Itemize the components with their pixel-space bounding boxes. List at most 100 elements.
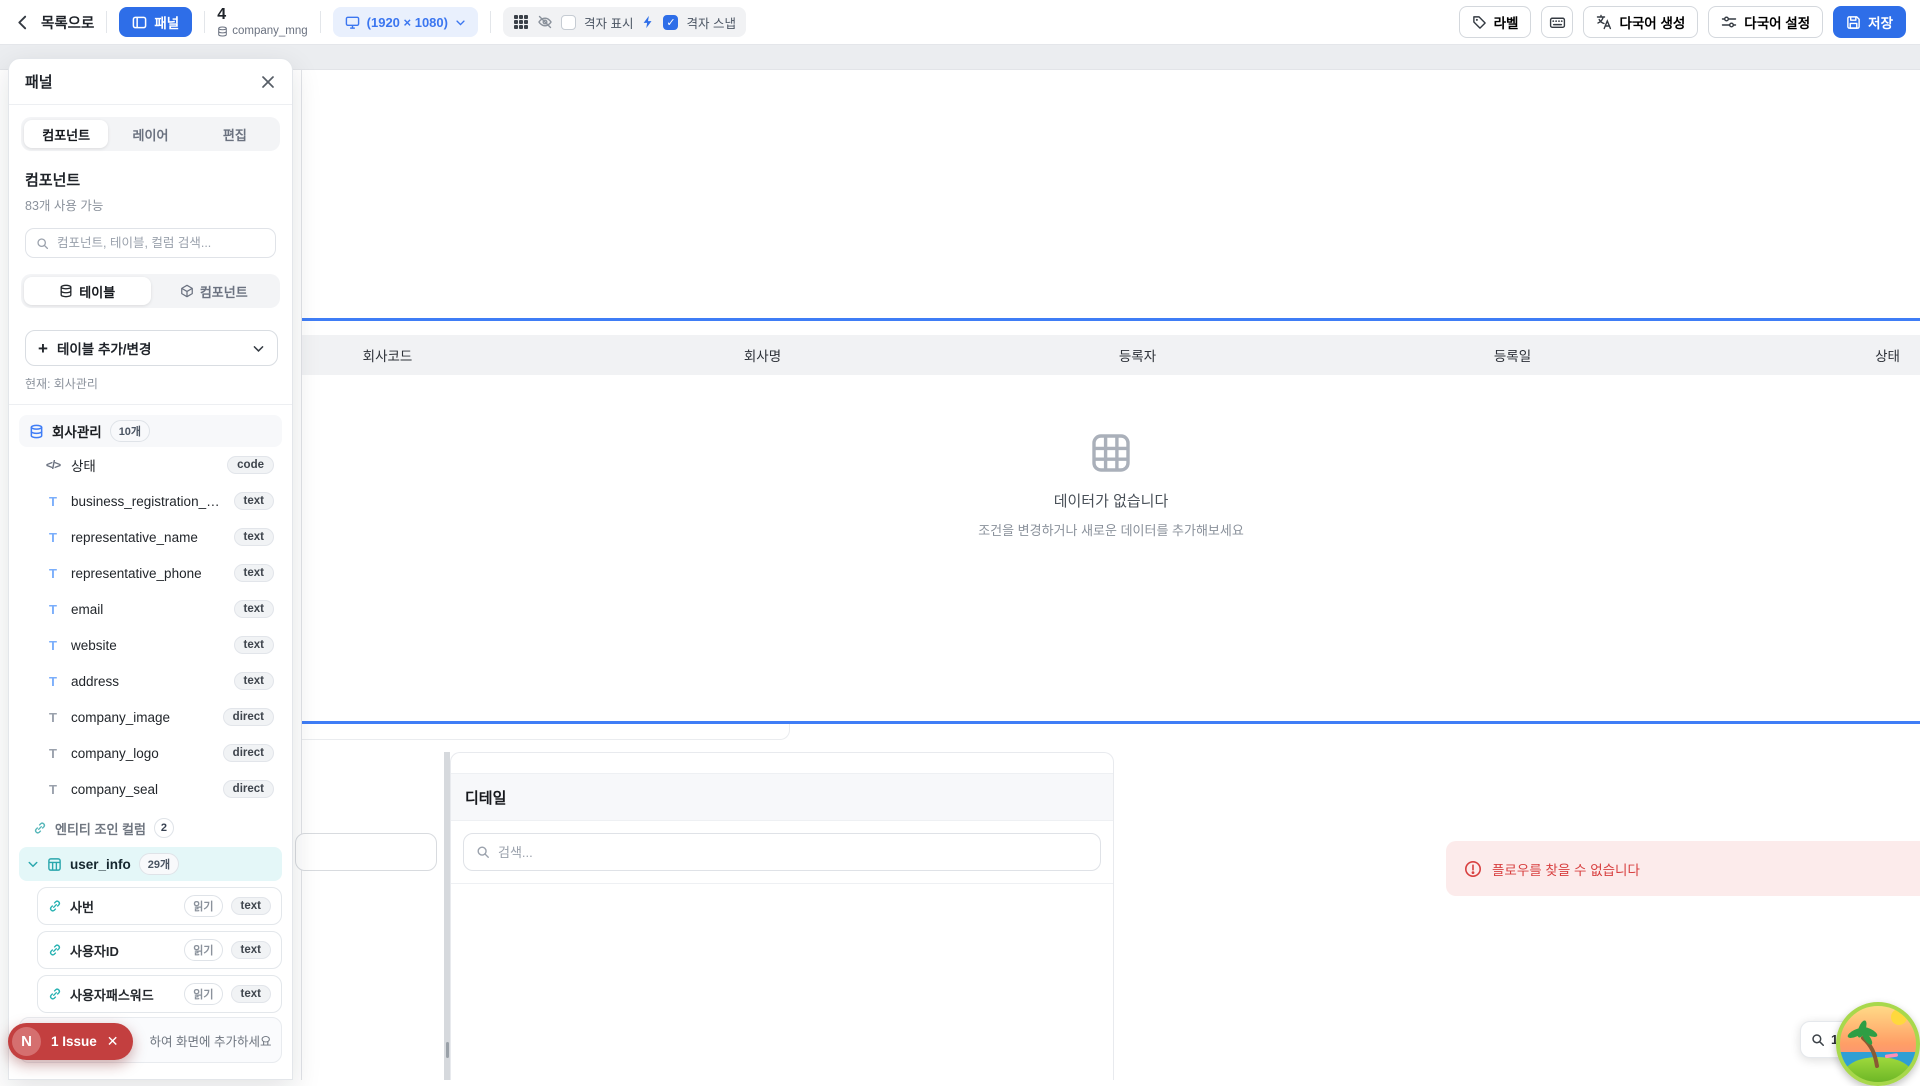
- tree-table-count-badge: 10개: [110, 420, 150, 442]
- table-column-header: 상태: [1700, 335, 1920, 375]
- mode-component-button[interactable]: 컴포넌트: [151, 277, 278, 305]
- empty-table-icon: [1088, 430, 1134, 476]
- panel-toggle-button[interactable]: 패널: [119, 7, 192, 37]
- alert-icon: [1464, 860, 1482, 878]
- keyboard-shortcuts-button[interactable]: [1541, 6, 1573, 38]
- join-column-card[interactable]: 사용자패스워드읽기text: [37, 975, 282, 1013]
- issue-logo: N: [12, 1027, 41, 1056]
- tree-table-name: 회사관리: [52, 421, 102, 441]
- arrow-left-icon: [14, 14, 31, 31]
- label-button[interactable]: 라벨: [1459, 6, 1532, 38]
- tag-icon: [1472, 15, 1487, 30]
- text-type-icon: T: [45, 602, 61, 617]
- grid-snap-checkbox[interactable]: ✓: [663, 15, 678, 30]
- master-search-input[interactable]: [295, 833, 437, 871]
- i18n-generate-button[interactable]: 다국어 생성: [1583, 6, 1698, 38]
- island-sticker-image[interactable]: [1836, 1002, 1920, 1086]
- empty-title: 데이터가 없습니다: [951, 490, 1271, 511]
- divider: [106, 11, 107, 33]
- i18n-settings-button[interactable]: 다국어 설정: [1708, 6, 1823, 38]
- grid-icon: [513, 14, 529, 30]
- code-icon: </>: [45, 458, 61, 472]
- close-icon[interactable]: ✕: [107, 1033, 119, 1050]
- column-type-badge: text: [234, 492, 274, 510]
- tree-table-row[interactable]: 회사관리 10개: [19, 415, 282, 447]
- tab-edit[interactable]: 편집: [193, 120, 277, 148]
- table-name: company_mng: [232, 25, 307, 38]
- text-type-icon: T: [45, 746, 61, 761]
- database-icon: [59, 284, 73, 298]
- column-type-badge: text: [234, 636, 274, 654]
- link-icon: [48, 987, 62, 1001]
- detail-panel: 디테일: [450, 752, 1114, 1080]
- join-column-card[interactable]: 사번읽기text: [37, 887, 282, 925]
- close-icon[interactable]: [260, 74, 276, 90]
- tree-column-row[interactable]: Tcompany_imagedirect: [19, 699, 282, 735]
- link-icon: [48, 943, 62, 957]
- tree-column-row[interactable]: Trepresentative_nametext: [19, 519, 282, 555]
- component-panel: 패널 컴포넌트 레이어 편집 컴포넌트 83개 사용 가능 테이블 컴포넌트 +…: [8, 58, 293, 1080]
- page-title: 4: [217, 6, 307, 24]
- selection-border-top: [302, 318, 1920, 321]
- tree-column-row[interactable]: Trepresentative_phonetext: [19, 555, 282, 591]
- column-type-badge: text: [234, 600, 274, 618]
- divider: [490, 11, 491, 33]
- column-type-badge: code: [227, 456, 274, 474]
- screen-size-dropdown[interactable]: (1920 × 1080): [333, 7, 478, 37]
- flow-error-banner: 플로우를 찾을 수 없습니다: [1446, 841, 1920, 896]
- save-button[interactable]: 저장: [1833, 6, 1906, 38]
- issue-badge[interactable]: N 1 Issue ✕: [8, 1023, 133, 1060]
- top-toolbar: 목록으로 패널 4 company_mng (1920 × 1080) 격자 표…: [0, 0, 1920, 45]
- tree-column-row[interactable]: Tcompany_sealdirect: [19, 771, 282, 807]
- error-message: 플로우를 찾을 수 없습니다: [1492, 859, 1640, 879]
- sliders-icon: [1721, 14, 1737, 30]
- panel-title: 패널: [25, 71, 53, 92]
- access-badge: 읽기: [184, 939, 222, 961]
- text-type-icon: T: [45, 638, 61, 653]
- back-to-list-button[interactable]: 목록으로: [14, 12, 94, 33]
- column-name: 상태: [71, 455, 217, 475]
- chevron-down-icon: [252, 342, 265, 355]
- database-icon: [29, 424, 44, 439]
- table-header-row: 회사코드회사명등록자등록일상태: [200, 335, 1920, 375]
- component-search-input[interactable]: [57, 236, 265, 250]
- tree-column-row[interactable]: Tcompany_logodirect: [19, 735, 282, 771]
- grid-snap-label: 격자 스냅: [686, 13, 735, 32]
- plus-icon: +: [38, 340, 48, 357]
- tree-column-row[interactable]: Tbusiness_registration_numbtext: [19, 483, 282, 519]
- mode-table-button[interactable]: 테이블: [24, 277, 151, 305]
- table-column-header: 등록일: [1325, 335, 1700, 375]
- empty-subtitle: 조건을 변경하거나 새로운 데이터를 추가해보세요: [951, 520, 1271, 539]
- join-column-card[interactable]: 사용자ID읽기text: [37, 931, 282, 969]
- table-column-header: 회사명: [575, 335, 950, 375]
- monitor-icon: [345, 15, 360, 30]
- component-search: [25, 228, 276, 258]
- column-type-badge: direct: [223, 780, 274, 798]
- link-icon: [48, 899, 62, 913]
- add-table-dropdown[interactable]: + 테이블 추가/변경: [25, 330, 278, 366]
- tab-layers[interactable]: 레이어: [108, 120, 192, 148]
- tree-column-row[interactable]: Temailtext: [19, 591, 282, 627]
- detail-search-input[interactable]: [498, 845, 1088, 860]
- grid-show-checkbox[interactable]: [561, 15, 576, 30]
- column-name: company_image: [71, 710, 213, 725]
- tree-column-row[interactable]: Twebsitetext: [19, 627, 282, 663]
- cube-icon: [180, 284, 194, 298]
- column-name: business_registration_numb: [71, 494, 224, 509]
- column-type-badge: text: [231, 941, 271, 959]
- column-name: address: [71, 674, 224, 689]
- tab-components[interactable]: 컴포넌트: [24, 120, 108, 148]
- join-table-count-badge: 29개: [139, 853, 179, 875]
- join-table-row[interactable]: user_info 29개: [19, 847, 282, 881]
- tree-column-row[interactable]: </> 상태 code: [19, 447, 282, 483]
- window-table-icon: [47, 857, 62, 872]
- grid-show-label: 격자 표시: [584, 13, 633, 32]
- column-type-badge: direct: [223, 744, 274, 762]
- column-type-badge: direct: [223, 708, 274, 726]
- access-badge: 읽기: [184, 895, 222, 917]
- column-name: representative_name: [71, 530, 224, 545]
- entity-join-section: 엔티티 조인 컬럼 2: [19, 813, 282, 843]
- tree-column-row[interactable]: Taddresstext: [19, 663, 282, 699]
- panel-tabs: 컴포넌트 레이어 편집: [21, 117, 280, 151]
- splitter-grip: [446, 1042, 449, 1058]
